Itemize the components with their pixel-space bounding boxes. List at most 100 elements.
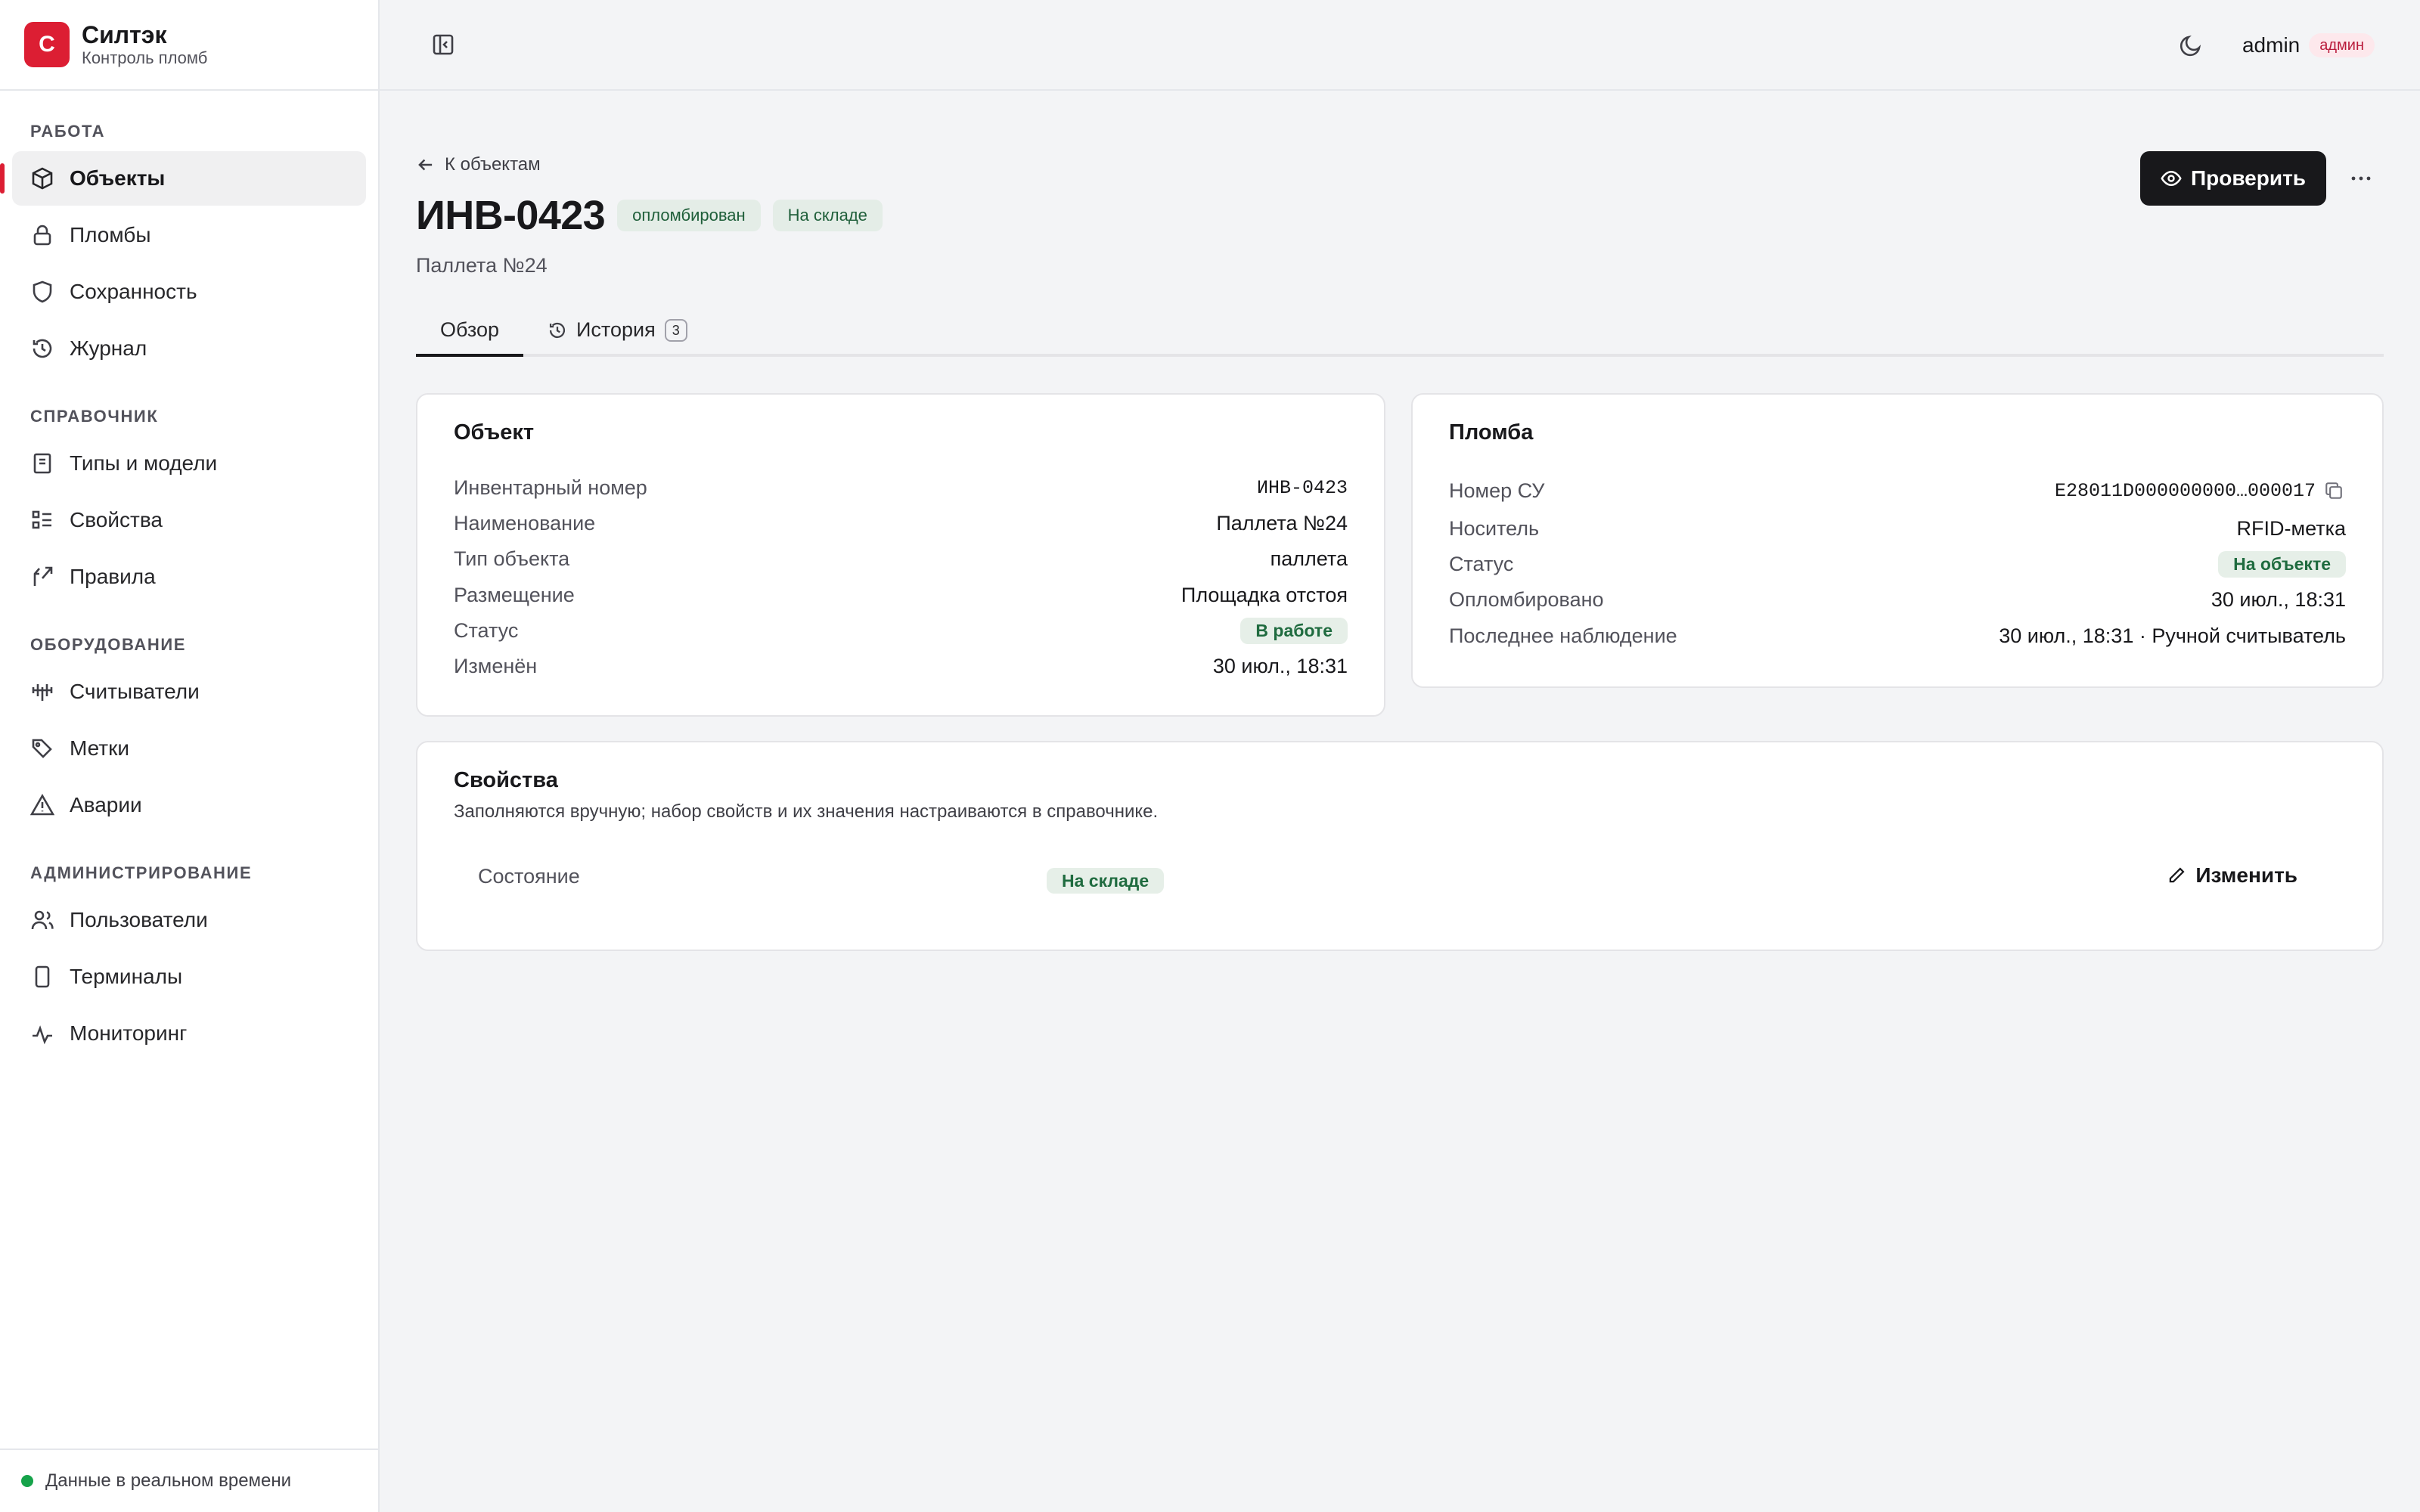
role-badge: админ <box>2309 33 2375 57</box>
sidebar-item-label: Типы и модели <box>70 451 218 475</box>
nav-section-admin: АДМИНИСТРИРОВАНИЕ Пользователи Терминалы… <box>0 857 378 1061</box>
sidebar-item-objects[interactable]: Объекты <box>0 151 366 206</box>
detail-row: Размещение Площадка отстоя <box>454 583 1348 606</box>
detail-row: Последнее наблюдение 30 июл., 18:31 · Руч… <box>1449 624 2346 647</box>
arrow-left-icon <box>418 159 433 171</box>
sidebar-item-terminals[interactable]: Терминалы <box>12 950 366 1004</box>
tab-history[interactable]: История 3 <box>523 313 712 357</box>
live-dot-icon <box>21 1475 33 1487</box>
page-subtitle: Паллета №24 <box>416 254 548 277</box>
brand-logo: С <box>24 22 70 67</box>
sidebar-item-label: Терминалы <box>70 965 183 988</box>
realtime-status: Данные в реальном времени <box>0 1448 380 1512</box>
brand-name: Силтэк <box>82 21 167 49</box>
nav-heading: СПРАВОЧНИК <box>30 407 159 426</box>
book-icon <box>30 451 54 476</box>
status-badge: В работе <box>1240 617 1348 644</box>
card-title: Свойства <box>454 768 558 792</box>
sidebar-item-label: Объекты <box>70 166 166 190</box>
shield-icon <box>30 280 54 304</box>
realtime-status-label: Данные в реальном времени <box>45 1470 292 1491</box>
location-badge: На складе <box>772 200 883 231</box>
sidebar-item-label: Свойства <box>70 508 163 531</box>
theme-toggle-moon-icon[interactable] <box>2170 24 2212 67</box>
lock-icon <box>30 223 54 247</box>
sidebar-item-label: Сохранность <box>70 280 197 303</box>
sidebar-item-integrity[interactable]: Сохранность <box>12 265 366 319</box>
sidebar-item-seals[interactable]: Пломбы <box>12 208 366 262</box>
copy-icon[interactable] <box>2322 479 2346 503</box>
history-icon <box>30 336 54 361</box>
nav-section-work: РАБОТА Объекты Пломбы Сохранность Журнал <box>0 115 378 376</box>
check-button[interactable]: Проверить <box>2140 151 2326 206</box>
title-row: ИНВ-0423 опломбирован На складе <box>416 192 883 239</box>
card-title: Объект <box>454 420 535 445</box>
sidebar-item-alarms[interactable]: Аварии <box>12 778 366 832</box>
edit-button-label: Изменить <box>2195 863 2297 887</box>
property-value-badge: На складе <box>1047 868 1165 894</box>
brand-subtitle: Контроль пломб <box>82 48 208 67</box>
antenna-icon <box>30 680 54 704</box>
sidebar-item-properties[interactable]: Свойства <box>12 493 366 547</box>
detail-row: Носитель RFID-метка <box>1449 517 2346 541</box>
detail-row: Изменён 30 июл., 18:31 <box>454 655 1348 678</box>
sidebar-item-label: Пломбы <box>70 223 151 246</box>
sidebar-item-label: Мониторинг <box>70 1021 188 1045</box>
user-name[interactable]: admin <box>2242 33 2300 57</box>
edit-properties-button[interactable]: Изменить <box>2167 863 2297 888</box>
page-title: ИНВ-0423 <box>416 193 606 238</box>
tab-label: Обзор <box>440 318 499 341</box>
tags-icon <box>30 736 54 761</box>
sidebar-item-users[interactable]: Пользователи <box>12 893 366 947</box>
back-link[interactable]: К объектам <box>416 154 541 175</box>
sidebar-item-label: Пользователи <box>70 908 208 931</box>
brand: С Силтэк Контроль пломб <box>0 0 378 91</box>
sidebar-item-label: Правила <box>70 565 156 588</box>
sidebar-item-readers[interactable]: Считыватели <box>12 665 366 719</box>
tab-overview[interactable]: Обзор <box>416 313 523 357</box>
eye-icon <box>2161 171 2182 186</box>
detail-row: Статус В работе <box>454 613 1348 649</box>
tab-label: История <box>576 318 656 341</box>
detail-row: Номер СУ E28011D000000000…000017 <box>1449 470 2346 511</box>
sidebar-toggle-icon[interactable] <box>422 23 464 66</box>
pulse-icon <box>30 1021 54 1046</box>
property-name: Состояние <box>478 865 580 888</box>
pencil-icon <box>2170 867 2185 883</box>
warning-icon <box>30 793 54 817</box>
status-badge: На объекте <box>2218 551 2346 578</box>
device-icon <box>30 965 54 989</box>
app-root: С Силтэк Контроль пломб РАБОТА Объекты П… <box>0 0 2420 1512</box>
tabs: Обзор История 3 <box>416 313 2384 357</box>
topbar: admin админ <box>380 0 2420 91</box>
seal-card: Пломба Номер СУ E28011D000000000…000017 … <box>1411 393 2384 688</box>
sidebar-item-journal[interactable]: Журнал <box>12 321 366 376</box>
properties-card: Свойства Заполняются вручную; набор свой… <box>416 741 2384 951</box>
more-actions-button[interactable] <box>2338 156 2384 201</box>
sidebar-item-label: Метки <box>70 736 129 760</box>
tab-count-badge: 3 <box>664 319 687 342</box>
object-card: Объект Инвентарный номер ИНВ-0423 Наимено… <box>416 393 1385 717</box>
check-button-label: Проверить <box>2191 166 2306 190</box>
nav-heading: РАБОТА <box>30 122 106 141</box>
sidebar-item-types[interactable]: Типы и модели <box>12 436 366 491</box>
status-badge: опломбирован <box>617 200 761 231</box>
sidebar-item-label: Журнал <box>70 336 147 360</box>
list-icon <box>30 508 54 532</box>
card-description: Заполняются вручную; набор свойств и их … <box>454 801 1159 822</box>
sidebar-item-label: Аварии <box>70 793 142 816</box>
card-title: Пломба <box>1449 420 1534 445</box>
nav-section-equipment: ОБОРУДОВАНИЕ Считыватели Метки Аварии <box>0 628 378 832</box>
branch-icon <box>30 565 54 589</box>
back-link-label: К объектам <box>445 154 541 175</box>
more-horizontal-icon <box>2351 176 2371 181</box>
sidebar-item-monitoring[interactable]: Мониторинг <box>12 1006 366 1061</box>
box-icon <box>30 166 54 191</box>
detail-row: Наименование Паллета №24 <box>454 512 1348 535</box>
nav-section-reference: СПРАВОЧНИК Типы и модели Свойства Правил… <box>0 400 378 604</box>
detail-row: Инвентарный номер ИНВ-0423 <box>454 476 1348 500</box>
nav-heading: АДМИНИСТРИРОВАНИЕ <box>30 863 253 882</box>
sidebar-item-tags[interactable]: Метки <box>12 721 366 776</box>
sidebar-item-rules[interactable]: Правила <box>12 550 366 604</box>
sidebar: С Силтэк Контроль пломб РАБОТА Объекты П… <box>0 0 380 1512</box>
